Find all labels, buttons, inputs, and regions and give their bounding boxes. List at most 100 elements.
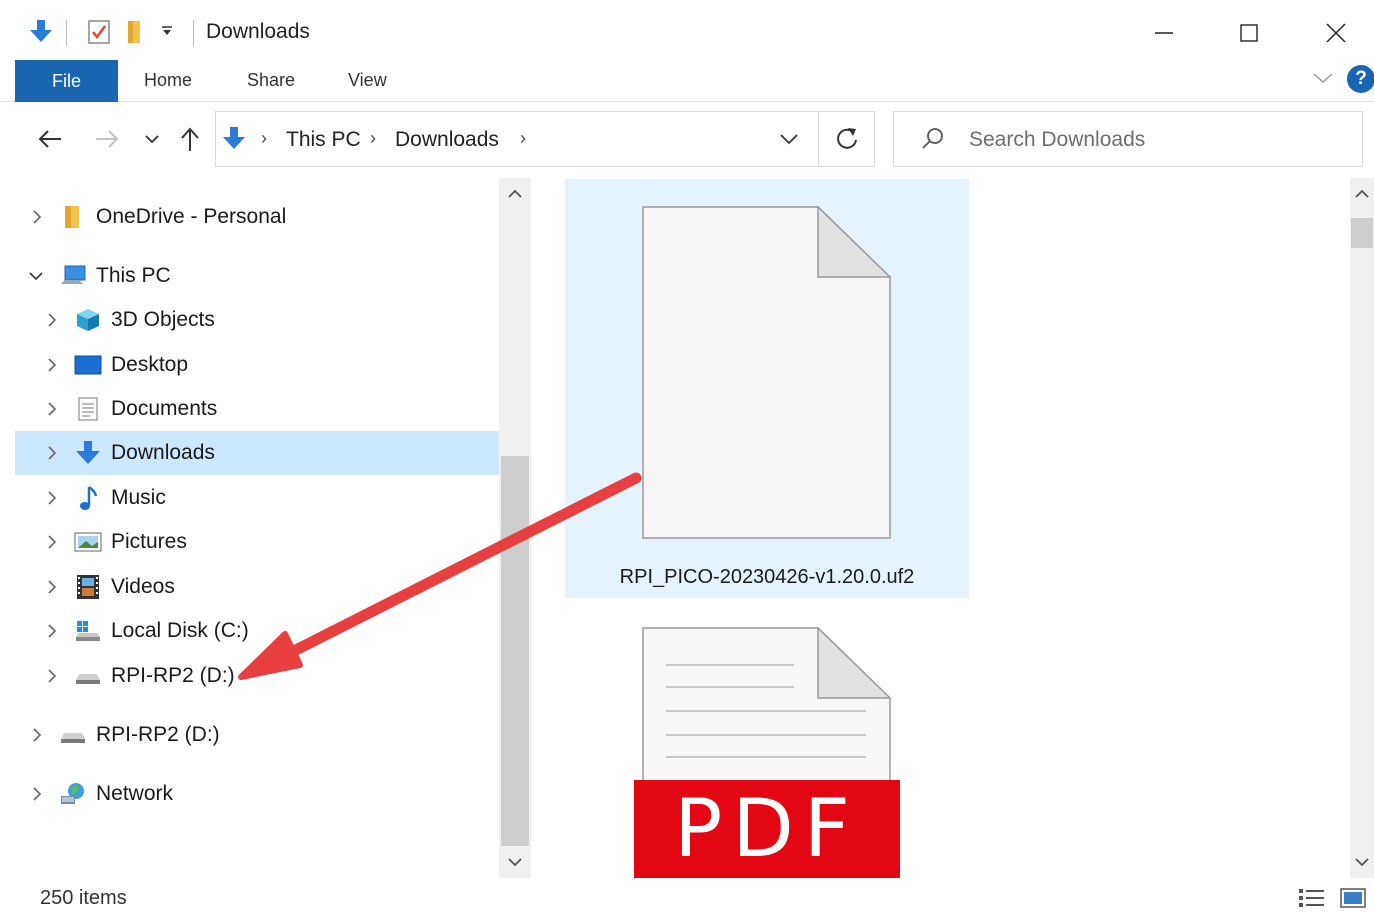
search-box[interactable]: Search Downloads bbox=[893, 111, 1363, 167]
tab-share[interactable]: Share bbox=[247, 70, 295, 91]
generic-file-icon bbox=[642, 205, 892, 545]
chevron-right-icon[interactable] bbox=[43, 444, 61, 462]
nav-item-music[interactable]: Music bbox=[15, 476, 495, 520]
scroll-up-icon[interactable] bbox=[1350, 182, 1374, 206]
refresh-button[interactable] bbox=[818, 112, 875, 166]
nav-item-label: Network bbox=[96, 782, 174, 805]
search-input[interactable]: Search Downloads bbox=[969, 128, 1145, 152]
pictures-icon bbox=[74, 529, 102, 555]
forward-button[interactable] bbox=[92, 124, 122, 154]
divider bbox=[66, 20, 67, 46]
nav-item-label: OneDrive - Personal bbox=[96, 205, 287, 228]
title-bar: Downloads bbox=[0, 0, 1374, 60]
file-item[interactable]: RPI_PICO-20230426-v1.20.0.uf2 bbox=[565, 179, 969, 598]
tab-file[interactable]: File bbox=[15, 60, 118, 102]
desktop-icon bbox=[74, 352, 102, 378]
navigation-pane: OneDrive - Personal This PC 3D Objects D… bbox=[12, 178, 532, 878]
breadcrumb-this-pc[interactable]: This PC bbox=[286, 128, 361, 152]
network-icon bbox=[59, 781, 87, 807]
nav-item-desktop[interactable]: Desktop bbox=[15, 343, 495, 387]
chevron-right-icon[interactable] bbox=[43, 356, 61, 374]
close-button[interactable] bbox=[1312, 14, 1360, 52]
nav-item-label: Downloads bbox=[111, 441, 215, 464]
file-item[interactable]: PDF bbox=[565, 605, 969, 878]
nav-item-label: 3D Objects bbox=[111, 308, 215, 331]
chevron-right-icon[interactable] bbox=[43, 578, 61, 596]
nav-item-label: RPI-RP2 (D:) bbox=[96, 723, 220, 746]
scroll-down-icon[interactable] bbox=[1350, 850, 1374, 874]
nav-item-onedrive[interactable]: OneDrive - Personal bbox=[15, 195, 495, 239]
chevron-right-icon[interactable] bbox=[28, 726, 46, 744]
nav-item-rpi-rp2-d[interactable]: RPI-RP2 (D:) bbox=[15, 654, 495, 698]
nav-item-label: This PC bbox=[96, 264, 171, 287]
window-title: Downloads bbox=[206, 20, 310, 43]
breadcrumb-downloads[interactable]: Downloads bbox=[395, 128, 499, 152]
chevron-right-icon[interactable] bbox=[43, 667, 61, 685]
nav-item-documents[interactable]: Documents bbox=[15, 387, 495, 431]
large-icons-view-icon[interactable] bbox=[1339, 886, 1367, 915]
scroll-down-icon[interactable] bbox=[501, 850, 529, 874]
chevron-right-icon[interactable] bbox=[43, 622, 61, 640]
chevron-right-icon[interactable] bbox=[43, 533, 61, 551]
nav-item-label: Pictures bbox=[111, 530, 187, 553]
minimize-button[interactable] bbox=[1140, 14, 1188, 52]
videos-icon bbox=[74, 574, 102, 600]
nav-item-videos[interactable]: Videos bbox=[15, 565, 495, 609]
customize-toolbar-icon[interactable] bbox=[160, 24, 174, 43]
chevron-right-icon[interactable] bbox=[28, 785, 46, 803]
minimize-icon bbox=[1155, 32, 1173, 34]
nav-item-network[interactable]: Network bbox=[15, 772, 495, 816]
documents-icon bbox=[74, 396, 102, 422]
item-count: 250 items bbox=[40, 887, 127, 909]
download-icon bbox=[74, 440, 102, 466]
breadcrumb-separator[interactable]: › bbox=[520, 128, 526, 149]
maximize-icon bbox=[1240, 24, 1258, 42]
nav-item-this-pc[interactable]: This PC bbox=[15, 254, 495, 298]
chevron-right-icon[interactable] bbox=[43, 400, 61, 418]
nav-item-local-disk-c[interactable]: Local Disk (C:) bbox=[15, 609, 495, 653]
scrollbar-thumb[interactable] bbox=[1351, 218, 1373, 248]
close-icon bbox=[1326, 23, 1346, 43]
nav-item-3d-objects[interactable]: 3D Objects bbox=[15, 298, 495, 342]
nav-item-label: Videos bbox=[111, 575, 175, 598]
properties-icon[interactable] bbox=[86, 18, 112, 51]
nav-item-label: Local Disk (C:) bbox=[111, 619, 249, 642]
chevron-right-icon[interactable] bbox=[43, 489, 61, 507]
pdf-badge: PDF bbox=[634, 780, 900, 878]
chevron-right-icon[interactable] bbox=[28, 208, 46, 226]
folder-icon bbox=[59, 204, 87, 230]
nav-item-rpi-rp2-d-root[interactable]: RPI-RP2 (D:) bbox=[15, 713, 495, 757]
scrollbar-thumb[interactable] bbox=[501, 456, 529, 846]
chevron-right-icon[interactable] bbox=[43, 311, 61, 329]
nav-item-downloads[interactable]: Downloads bbox=[15, 431, 499, 475]
recent-locations-button[interactable] bbox=[137, 124, 167, 154]
computer-icon bbox=[59, 263, 87, 289]
navigation-scrollbar[interactable] bbox=[499, 178, 531, 878]
nav-item-pictures[interactable]: Pictures bbox=[15, 520, 495, 564]
back-arrow-icon bbox=[38, 130, 61, 148]
content-scrollbar[interactable] bbox=[1350, 178, 1374, 878]
up-arrow-icon bbox=[181, 127, 199, 151]
new-folder-icon[interactable] bbox=[124, 18, 150, 51]
tab-home[interactable]: Home bbox=[144, 70, 192, 91]
divider bbox=[193, 20, 194, 46]
breadcrumb-separator[interactable]: › bbox=[261, 128, 267, 149]
file-name: RPI_PICO-20230426-v1.20.0.uf2 bbox=[619, 566, 915, 588]
expand-ribbon-icon[interactable] bbox=[1312, 70, 1334, 91]
details-view-icon[interactable] bbox=[1298, 886, 1326, 915]
tab-view[interactable]: View bbox=[348, 70, 387, 91]
search-icon bbox=[920, 126, 946, 157]
maximize-button[interactable] bbox=[1225, 14, 1273, 52]
local-disk-icon bbox=[74, 618, 102, 644]
address-history-icon[interactable] bbox=[778, 130, 800, 153]
drive-icon bbox=[59, 722, 87, 748]
chevron-down-icon[interactable] bbox=[27, 267, 45, 285]
breadcrumb-separator[interactable]: › bbox=[370, 128, 376, 149]
address-bar[interactable]: › This PC › Downloads › bbox=[215, 111, 875, 167]
up-button[interactable] bbox=[175, 124, 205, 154]
help-button[interactable]: ? bbox=[1347, 65, 1374, 93]
3d-objects-icon bbox=[74, 307, 102, 333]
scroll-up-icon[interactable] bbox=[501, 182, 529, 206]
nav-item-label: Music bbox=[111, 486, 166, 509]
back-button[interactable] bbox=[35, 124, 65, 154]
